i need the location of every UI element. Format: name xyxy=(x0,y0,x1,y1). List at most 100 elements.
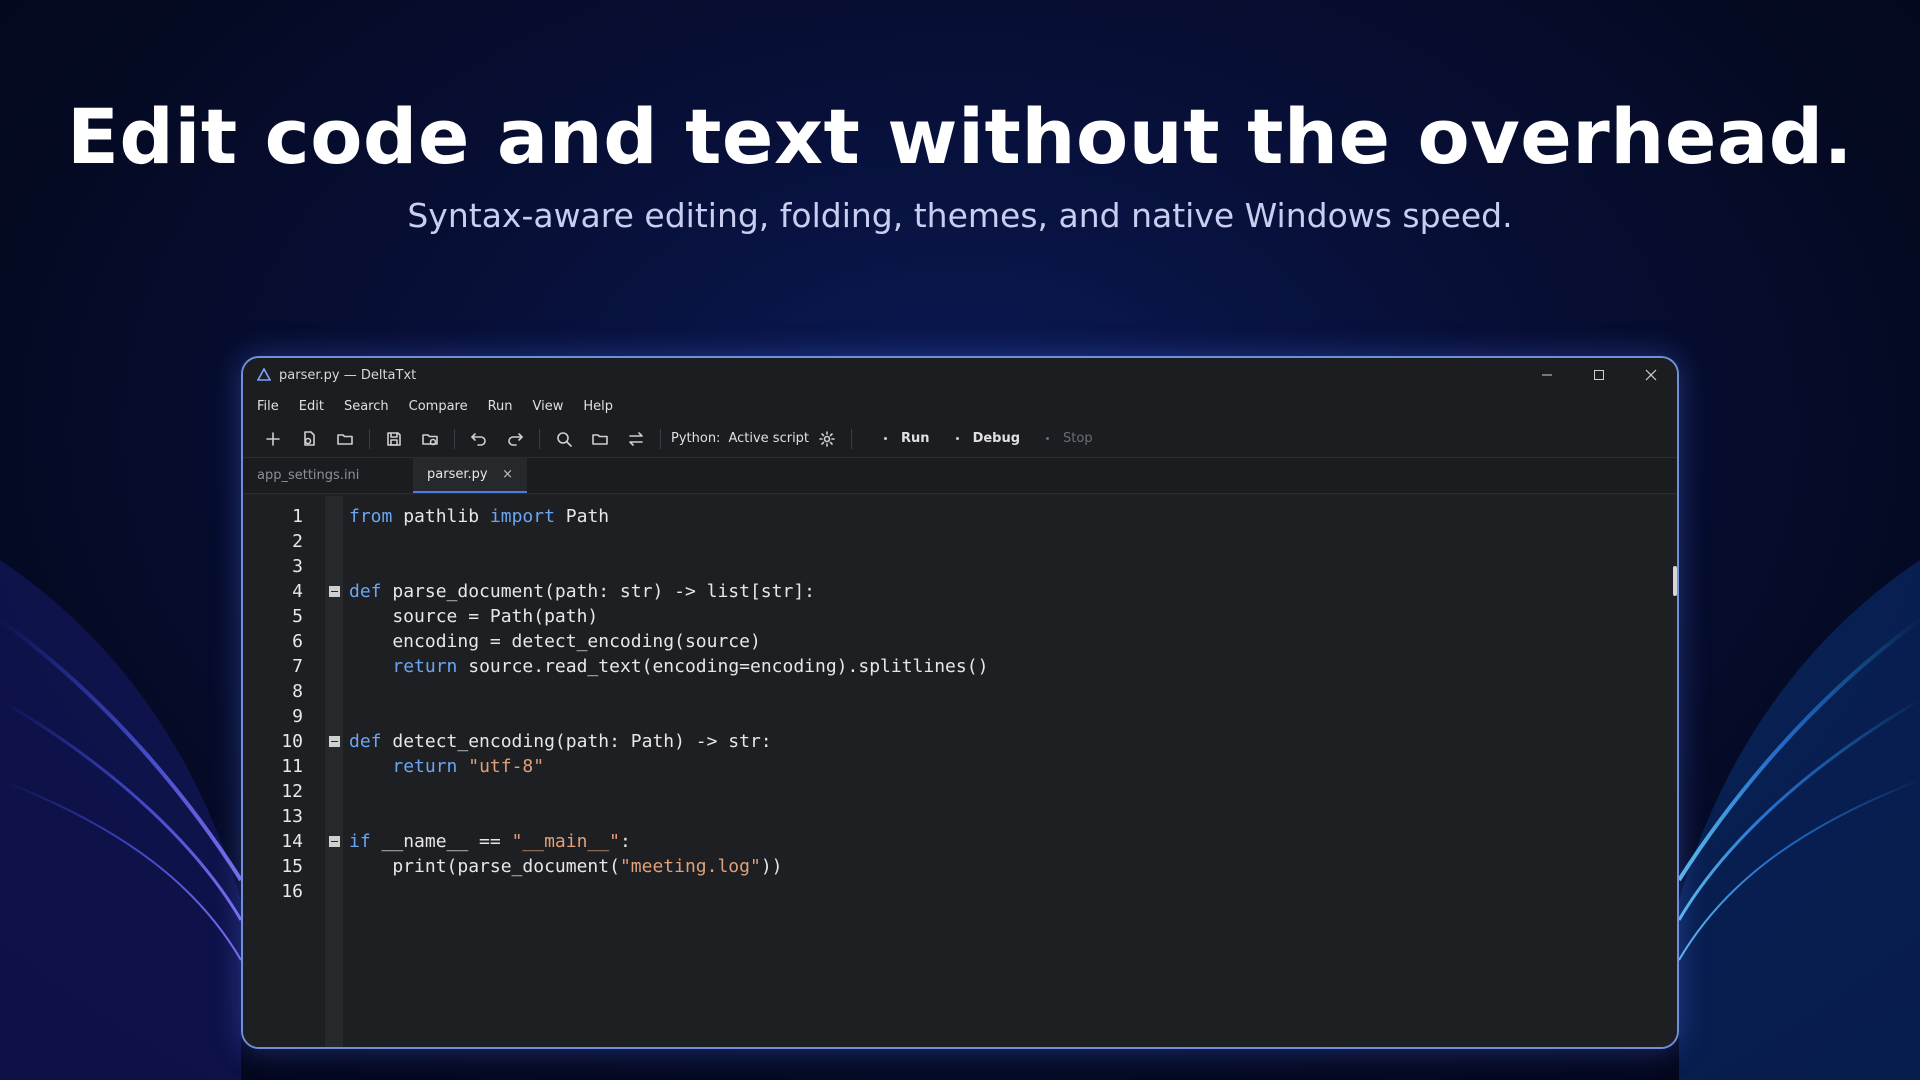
stop-dot-icon xyxy=(1046,437,1050,440)
line-number: 10 xyxy=(281,731,303,752)
line-number: 9 xyxy=(292,706,303,727)
code-line: encoding = detect_encoding(source) xyxy=(349,629,1677,654)
tab-label: app_settings.ini xyxy=(257,468,360,483)
fold-slot xyxy=(325,779,343,804)
maximize-button[interactable] xyxy=(1573,358,1625,392)
code-token: source.read_text(encoding=encoding).spli… xyxy=(457,656,989,677)
line-number: 3 xyxy=(292,556,303,577)
maximize-icon xyxy=(1594,370,1604,380)
language-selector[interactable]: Active script xyxy=(728,431,809,446)
editor-window: parser.py — DeltaTxt File Edit Search Co… xyxy=(241,356,1679,1049)
find-button[interactable] xyxy=(546,424,582,454)
minimize-icon xyxy=(1542,374,1552,376)
line-number: 12 xyxy=(281,781,303,802)
menu-search[interactable]: Search xyxy=(344,399,389,414)
fold-slot xyxy=(325,729,343,754)
code-area[interactable]: from pathlib import Path def parse_docume… xyxy=(343,496,1677,1047)
minimize-button[interactable] xyxy=(1521,358,1573,392)
find-in-files-button[interactable] xyxy=(582,424,618,454)
new-from-template-button[interactable] xyxy=(291,424,327,454)
folder-icon xyxy=(592,433,608,445)
fold-toggle-icon[interactable] xyxy=(328,736,340,747)
menu-help[interactable]: Help xyxy=(583,399,613,414)
keyword-token: return xyxy=(392,656,458,677)
tab-app-settings[interactable]: app_settings.ini xyxy=(243,458,413,493)
code-line: if __name__ == "__main__": xyxy=(349,829,1677,854)
code-token: detect_encoding(path: Path) -> str: xyxy=(381,731,772,752)
line-number-gutter: 1 2 3 4 5 6 7 8 9 10 11 12 13 14 15 16 xyxy=(243,496,325,1047)
new-file-button[interactable] xyxy=(255,424,291,454)
debug-button[interactable]: Debug xyxy=(955,431,1020,446)
window-title: parser.py — DeltaTxt xyxy=(279,367,417,383)
string-token: "__main__" xyxy=(511,831,620,852)
stop-button[interactable]: Stop xyxy=(1046,431,1093,446)
line-number: 2 xyxy=(292,531,303,552)
save-button[interactable] xyxy=(376,424,412,454)
undo-button[interactable] xyxy=(461,424,497,454)
redo-button[interactable] xyxy=(497,424,533,454)
swap-icon xyxy=(629,431,643,446)
language-settings-button[interactable] xyxy=(809,424,845,454)
close-window-button[interactable] xyxy=(1625,358,1677,392)
title-bar: parser.py — DeltaTxt xyxy=(243,358,1677,392)
keyword-token: def xyxy=(349,731,382,752)
save-all-button[interactable] xyxy=(412,424,448,454)
code-token: parse_document(path: str) -> list[str]: xyxy=(381,581,815,602)
open-folder-button[interactable] xyxy=(327,424,363,454)
keyword-token: import xyxy=(489,506,555,527)
fold-slot xyxy=(325,529,343,554)
fold-slot xyxy=(325,654,343,679)
menu-view[interactable]: View xyxy=(533,399,564,414)
code-line: def detect_encoding(path: Path) -> str: xyxy=(349,729,1677,754)
menu-run[interactable]: Run xyxy=(488,399,513,414)
vertical-scrollbar[interactable] xyxy=(1673,566,1677,596)
stop-label: Stop xyxy=(1063,431,1093,446)
code-token: source = Path(path) xyxy=(349,606,599,627)
undo-icon xyxy=(471,432,486,446)
keyword-token: if xyxy=(349,831,371,852)
code-line: print(parse_document("meeting.log")) xyxy=(349,854,1677,879)
compare-button[interactable] xyxy=(618,424,654,454)
fold-toggle-icon[interactable] xyxy=(328,836,340,847)
keyword-token: from xyxy=(349,506,393,527)
fold-toggle-icon[interactable] xyxy=(328,586,340,597)
run-button[interactable]: Run xyxy=(884,431,930,446)
line-number: 1 xyxy=(292,506,303,527)
line-number: 6 xyxy=(292,631,303,652)
close-tab-icon[interactable]: × xyxy=(502,467,513,482)
hero-subline: Syntax-aware editing, folding, themes, a… xyxy=(407,196,1513,235)
code-token: encoding = detect_encoding(source) xyxy=(349,631,761,652)
menu-compare[interactable]: Compare xyxy=(409,399,468,414)
line-number: 14 xyxy=(281,831,303,852)
gear-icon xyxy=(819,430,835,447)
line-number: 16 xyxy=(281,881,303,902)
redo-icon xyxy=(508,432,523,446)
menu-bar: File Edit Search Compare Run View Help xyxy=(243,392,1677,420)
file-gear-icon xyxy=(304,430,315,446)
search-icon xyxy=(557,431,572,447)
fold-slot xyxy=(325,854,343,879)
tab-parser[interactable]: parser.py × xyxy=(413,458,527,493)
fold-slot xyxy=(325,804,343,829)
code-editor[interactable]: 1 2 3 4 5 6 7 8 9 10 11 12 13 14 15 16 from pathlib imp… xyxy=(243,496,1677,1047)
code-token: __name__ == xyxy=(370,831,512,852)
menu-edit[interactable]: Edit xyxy=(299,399,324,414)
toolbar-divider xyxy=(660,428,661,449)
line-number: 7 xyxy=(292,656,303,677)
code-token: )) xyxy=(760,856,783,877)
save-all-icon xyxy=(422,433,438,445)
plus-icon xyxy=(266,431,280,446)
menu-file[interactable]: File xyxy=(257,399,279,414)
fold-slot xyxy=(325,629,343,654)
fold-slot xyxy=(325,579,343,604)
tab-bar: app_settings.ini parser.py × xyxy=(243,458,1677,494)
tab-label: parser.py xyxy=(427,467,488,482)
